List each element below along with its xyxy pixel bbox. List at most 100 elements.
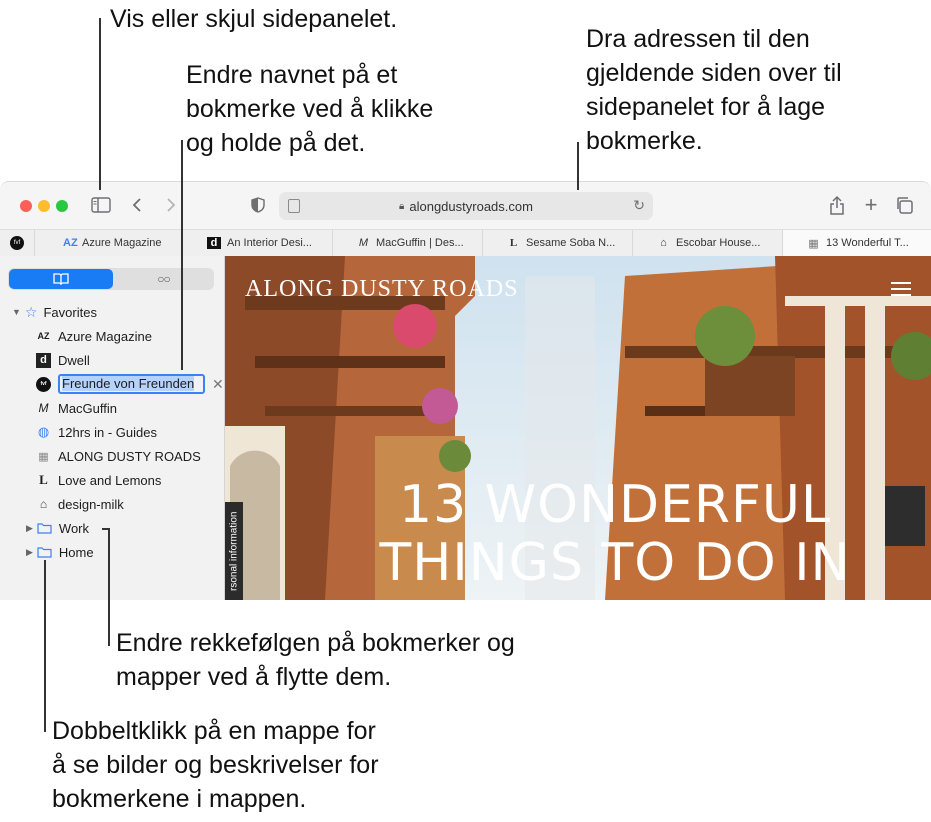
globe-icon: ◍ — [37, 424, 50, 439]
share-button[interactable] — [826, 194, 848, 216]
back-button[interactable] — [128, 195, 146, 215]
bookmark-item[interactable]: d Dwell — [36, 349, 90, 371]
bookmark-label: design-milk — [58, 496, 124, 512]
bookmark-label: Love and Lemons — [58, 472, 162, 488]
tab-label: MacGuffin | Des... — [376, 237, 464, 249]
zoom-window-button[interactable] — [56, 200, 68, 212]
favorites-label: Favorites — [43, 304, 97, 320]
folder-label: Home — [58, 544, 94, 560]
bookmark-label: Dwell — [58, 352, 90, 368]
star-icon: ☆ — [24, 303, 38, 320]
page-icon — [288, 199, 300, 213]
azure-icon: AZ — [63, 237, 78, 249]
personal-information-tab[interactable]: rsonal information — [225, 502, 243, 600]
tab-label: Azure Magazine — [82, 237, 162, 249]
article-headline: 13 WONDERFUL THINGS TO DO IN — [335, 476, 895, 592]
privacy-report-button[interactable] — [248, 195, 268, 215]
chevron-down-icon: ▼ — [12, 307, 21, 317]
bookmarks-segment[interactable] — [9, 269, 113, 289]
dusty-roads-icon: ▦ — [38, 450, 49, 463]
sidebar-toggle-button[interactable] — [90, 195, 112, 215]
tab-overview-button[interactable] — [893, 194, 915, 216]
sidebar: ○○ ▼ ☆ Favorites AZ Azure Magazine d Dwe… — [0, 256, 225, 600]
minimize-window-button[interactable] — [38, 200, 50, 212]
folder-item-work[interactable]: ▶ Work — [26, 517, 89, 539]
callout-reorder: Endre rekkefølgen på bokmerker og mapper… — [116, 629, 515, 691]
leader-line-rename — [181, 140, 183, 370]
fvf-icon: fvf — [36, 376, 51, 392]
bookmark-item[interactable]: ◍ 12hrs in - Guides — [36, 421, 157, 443]
callout-drag-address: Dra adressen til den gjeldende siden ove… — [586, 25, 842, 155]
close-window-button[interactable] — [20, 200, 32, 212]
safari-window: 🔒︎ alongdustyroads.com ↻ + fvf AZ Azure … — [0, 181, 931, 600]
tab-label: Escobar House... — [676, 237, 761, 249]
bookmark-item[interactable]: L Love and Lemons — [36, 469, 161, 491]
bookmark-item[interactable]: M MacGuffin — [36, 397, 118, 419]
headline-line-2: THINGS TO DO IN — [379, 533, 851, 593]
bookmark-label: 12hrs in - Guides — [58, 424, 157, 440]
chevron-right-icon: ▶ — [26, 546, 33, 557]
folder-label: Work — [58, 520, 90, 536]
menu-icon[interactable] — [891, 282, 911, 296]
macguffin-icon: M — [38, 401, 49, 415]
macguffin-icon: M — [358, 237, 369, 249]
chevron-right-icon — [167, 198, 176, 212]
design-milk-icon: ⌂ — [660, 237, 667, 249]
toolbar: 🔒︎ alongdustyroads.com ↻ + — [0, 182, 931, 229]
bookmark-item[interactable]: AZ Azure Magazine — [36, 325, 152, 347]
folder-icon — [37, 547, 52, 558]
shield-icon — [251, 197, 265, 213]
headline-line-1: 13 WONDERFUL — [399, 475, 831, 535]
azure-icon: AZ — [37, 331, 50, 341]
clear-icon[interactable]: ✕ — [212, 376, 224, 393]
fvf-icon: fvf — [10, 236, 24, 250]
tab-label: Sesame Soba N... — [526, 237, 616, 249]
callout-sidebar-toggle: Vis eller skjul sidepanelet. — [110, 5, 398, 33]
tab-overview-icon — [897, 197, 913, 214]
reading-list-segment[interactable]: ○○ — [114, 269, 213, 289]
bookmark-rename-text: Freunde von Freunden — [62, 376, 195, 391]
dwell-icon: d — [36, 352, 51, 368]
bookmark-item-editing[interactable]: fvf Freunde von Freunden ✕ — [36, 373, 224, 395]
plus-icon: + — [864, 192, 878, 217]
reload-icon[interactable]: ↻ — [633, 197, 645, 214]
chevron-right-icon: ▶ — [26, 522, 33, 533]
tab-escobar-house[interactable]: ⌂ Escobar House... — [632, 230, 782, 256]
site-logo[interactable]: ALONG DUSTY ROADS — [245, 276, 518, 303]
address-text: alongdustyroads.com — [409, 198, 533, 214]
address-bar[interactable]: 🔒︎ alongdustyroads.com ↻ — [279, 192, 653, 220]
tab-bar: fvf AZ Azure Magazine d An Interior Desi… — [0, 229, 931, 257]
folder-item-home[interactable]: ▶ Home — [26, 541, 94, 563]
sidebar-icon — [91, 197, 111, 213]
chevron-left-icon — [132, 198, 141, 212]
bookmark-item[interactable]: ▦ ALONG DUSTY ROADS — [36, 445, 201, 467]
tab-interior-design[interactable]: d An Interior Desi... — [182, 230, 332, 256]
callout-rename: Endre navnet på et bokmerke ved å klikke… — [186, 61, 434, 157]
web-page-content: ALONG DUSTY ROADS 13 WONDERFUL THINGS TO… — [225, 256, 931, 600]
bookmark-label: ALONG DUSTY ROADS — [58, 448, 201, 464]
tab-label: 13 Wonderful T... — [826, 237, 909, 249]
tab-label: An Interior Desi... — [227, 237, 312, 249]
share-icon — [830, 195, 844, 215]
folder-icon — [37, 523, 52, 534]
leader-line-double-click — [44, 560, 46, 732]
tab-13-wonderful[interactable]: ▦ 13 Wonderful T... — [782, 230, 931, 256]
book-icon — [53, 273, 69, 285]
love-lemons-icon: L — [509, 237, 518, 249]
dwell-icon: d — [207, 237, 221, 249]
tab-azure[interactable]: AZ Azure Magazine — [34, 230, 182, 256]
leader-line-address — [577, 142, 579, 190]
forward-button[interactable] — [162, 195, 180, 215]
design-milk-icon: ⌂ — [39, 497, 48, 511]
pinned-tab[interactable]: fvf — [0, 230, 34, 256]
tab-sesame-soba[interactable]: L Sesame Soba N... — [482, 230, 632, 256]
leader-line-sidebar-toggle — [99, 18, 101, 190]
bookmark-rename-field[interactable]: Freunde von Freunden — [58, 374, 205, 394]
new-tab-button[interactable]: + — [860, 192, 882, 217]
bookmark-item[interactable]: ⌂ design-milk — [36, 493, 124, 515]
bookmark-label: MacGuffin — [58, 400, 118, 416]
lock-icon: 🔒︎ — [399, 200, 405, 212]
favorites-folder[interactable]: ▼ ☆ Favorites — [12, 301, 97, 323]
love-lemons-icon: L — [39, 472, 48, 487]
tab-macguffin[interactable]: M MacGuffin | Des... — [332, 230, 482, 256]
